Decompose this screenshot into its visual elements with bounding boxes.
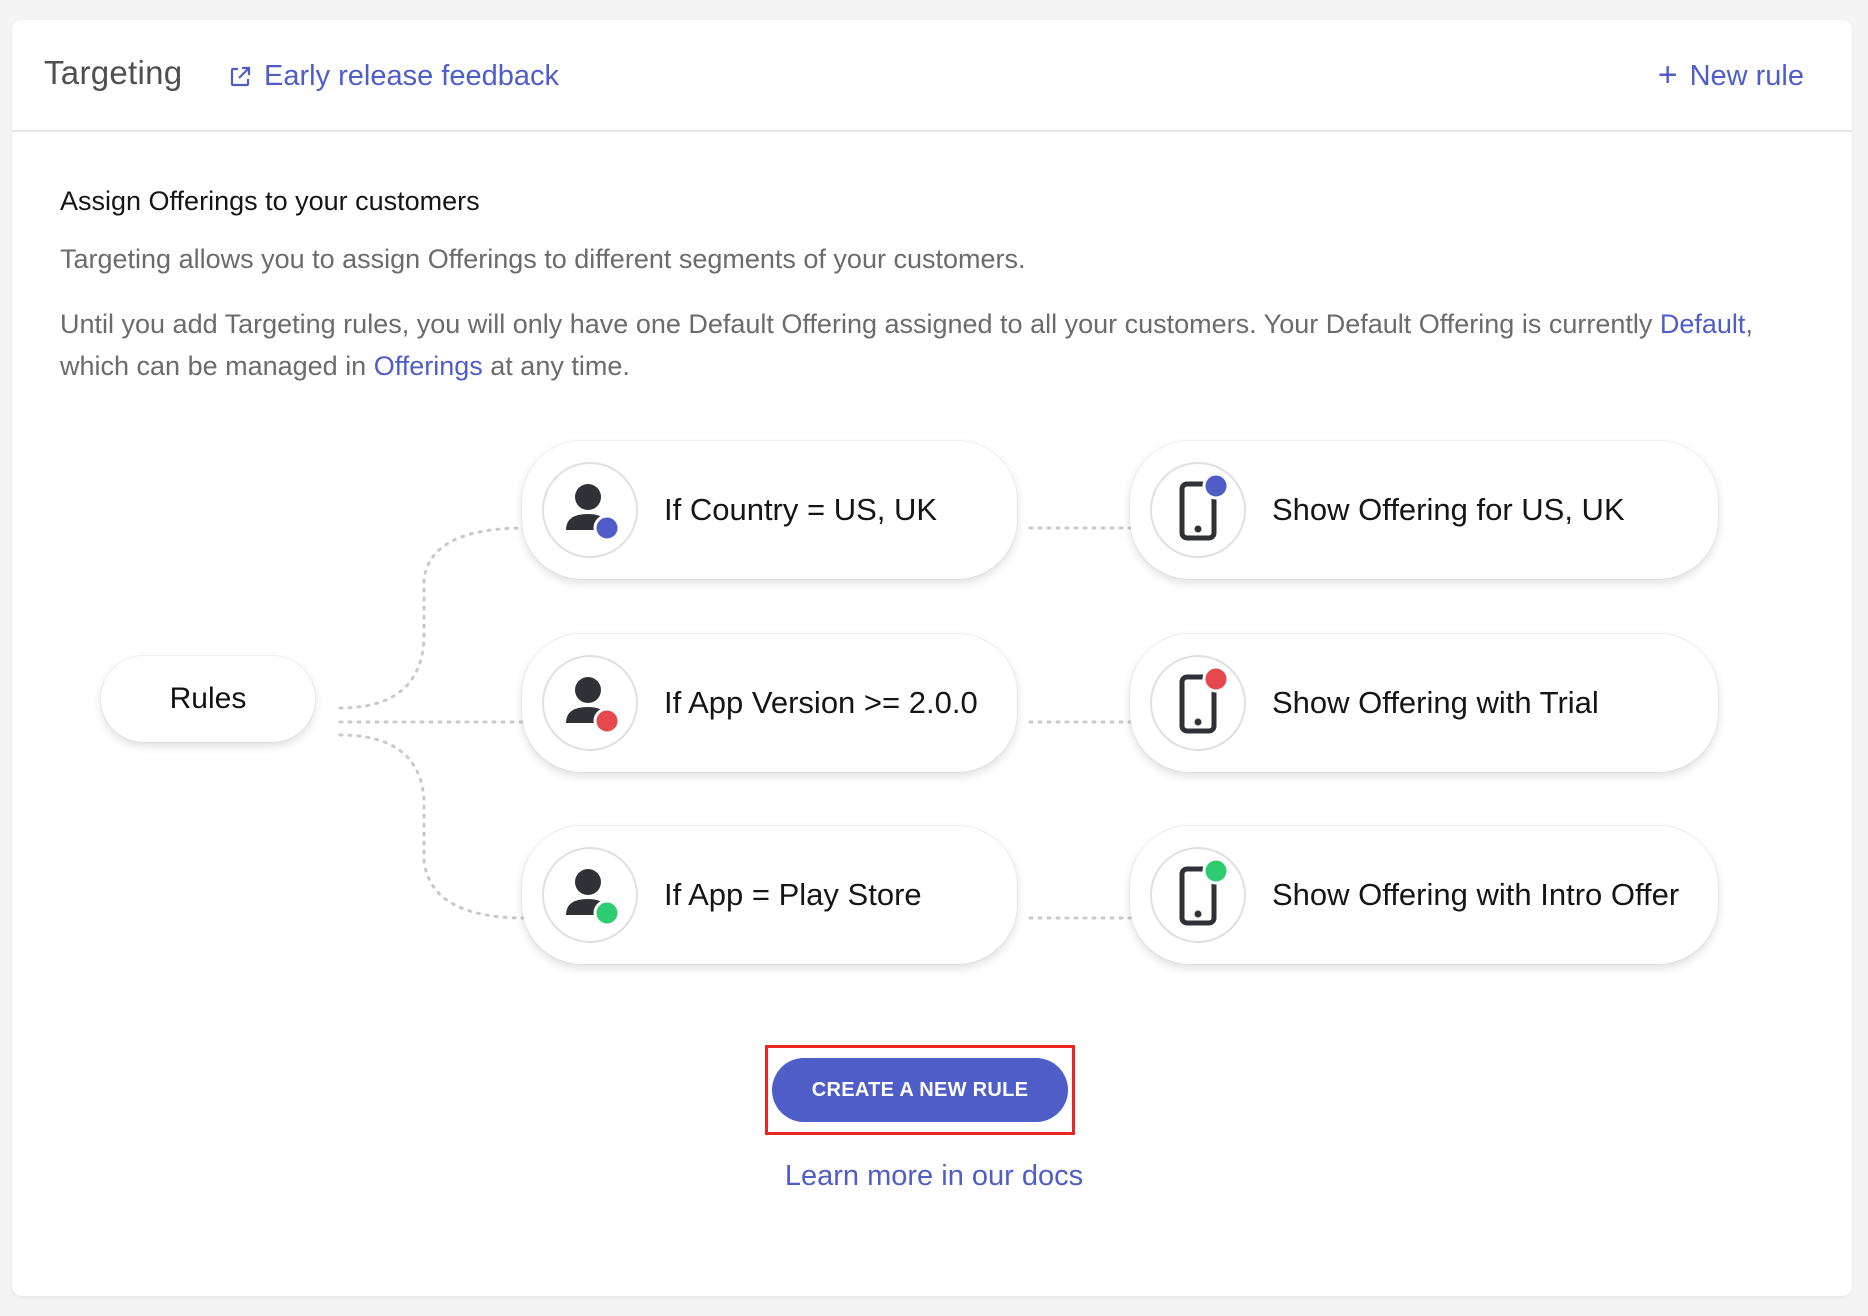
new-rule-label: New rule [1689, 60, 1804, 92]
early-release-feedback-link[interactable]: Early release feedback [228, 60, 559, 93]
intro-title: Assign Offerings to your customers [60, 186, 480, 216]
plus-icon: + [1657, 55, 1678, 94]
new-rule-button[interactable]: + New rule [1657, 55, 1804, 94]
default-offering-link[interactable]: Default [1660, 309, 1746, 339]
create-rule-highlight: CREATE A NEW RULE [765, 1045, 1075, 1135]
external-link-icon [230, 66, 251, 86]
offerings-link[interactable]: Offerings [374, 351, 483, 381]
create-new-rule-button[interactable]: CREATE A NEW RULE [772, 1058, 1068, 1122]
intro-paragraph-1: Targeting allows you to assign Offerings… [60, 244, 1026, 274]
intro-text-before: Until you add Targeting rules, you will … [60, 309, 1660, 339]
learn-more-docs-link[interactable]: Learn more in our docs [0, 1160, 1868, 1193]
early-release-feedback-label: Early release feedback [264, 60, 559, 92]
intro-paragraph-2: Until you add Targeting rules, you will … [60, 303, 1820, 387]
card-header: Targeting Early release feedback + New r… [12, 20, 1852, 132]
intro-text-after: at any time. [482, 351, 630, 381]
page-title: Targeting [44, 54, 183, 91]
